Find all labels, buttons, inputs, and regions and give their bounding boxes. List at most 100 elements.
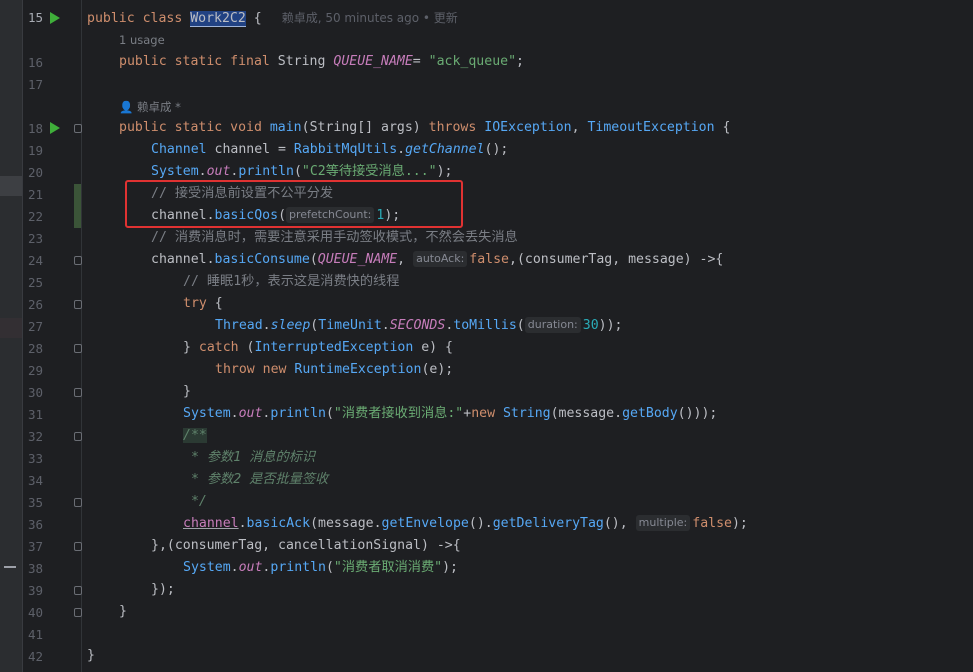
code-line-28[interactable]: } catch (InterruptedException e) { — [183, 337, 453, 359]
token: ( — [309, 252, 318, 267]
code-line-35[interactable]: */ — [183, 491, 207, 513]
token: public static void — [119, 120, 270, 135]
token: { — [206, 296, 223, 311]
code-line-30[interactable]: } — [183, 381, 191, 403]
code-line-23[interactable]: // 消费消息时，需要注意采用手动签收模式，不然会丢失消息 — [151, 227, 518, 249]
token: . — [397, 142, 406, 157]
usage-hint[interactable]: 1 usage — [119, 33, 165, 47]
fold-doc-end-icon[interactable] — [74, 498, 82, 507]
token: getDeliveryTag — [492, 516, 604, 531]
token: sleep — [270, 318, 311, 333]
code-line-18[interactable]: public static void main(String[] args) t… — [119, 117, 730, 139]
line-number: 20 — [27, 165, 43, 180]
line-number: 15 — [27, 10, 43, 25]
code-line-33[interactable]: * 参数1 消息的标识 — [183, 447, 315, 469]
token: println — [270, 560, 326, 575]
fold-lambda2-icon[interactable] — [74, 542, 82, 551]
token: getBody — [622, 406, 678, 421]
token: println — [270, 406, 326, 421]
code-line-24[interactable]: channel.basicConsume(QUEUE_NAME, autoAck… — [151, 249, 723, 271]
line-number: 18 — [27, 121, 43, 136]
code-line-37[interactable]: },(consumerTag, cancellationSignal) ->{ — [151, 535, 461, 557]
author-hint[interactable]: 👤 赖卓成 * — [119, 99, 181, 115]
code-line-39[interactable]: }); — [151, 579, 175, 601]
vcs-change-marker[interactable] — [74, 184, 81, 228]
code-line-34[interactable]: * 参数2 是否批量签收 — [183, 469, 328, 491]
doc-comment: */ — [183, 494, 207, 509]
token: main — [269, 120, 302, 135]
token: . — [381, 318, 390, 333]
token: } — [183, 384, 191, 399]
person-icon: 👤 — [119, 100, 134, 114]
fold-try-icon[interactable] — [74, 300, 82, 309]
code-line-25[interactable]: // 睡眠1秒，表示这是消费快的线程 — [183, 271, 399, 293]
token: basicAck — [246, 516, 311, 531]
code-line-16[interactable]: public static final String QUEUE_NAME= "… — [119, 51, 524, 73]
line-number: 16 — [27, 55, 43, 70]
collapse-dash-icon[interactable] — [4, 566, 16, 568]
code-line-29[interactable]: throw new RuntimeException(e); — [215, 359, 453, 381]
token: String — [277, 54, 334, 69]
line-number: 33 — [27, 451, 43, 466]
fold-lambda-icon[interactable] — [74, 256, 82, 265]
line-number: 29 — [27, 363, 43, 378]
token: "消费者取消消费" — [333, 560, 443, 575]
code-line-38[interactable]: System.out.println("消费者取消消费"); — [183, 557, 458, 579]
line-number: 30 — [27, 385, 43, 400]
token: throws — [428, 120, 485, 135]
code-line-15[interactable]: public class Work2C2 {赖卓成, 50 minutes ag… — [87, 7, 458, 29]
token: ,(consumerTag, message) ->{ — [509, 252, 724, 267]
token: )); — [598, 318, 623, 333]
token: Thread — [215, 318, 263, 333]
annotation-highlight-box — [125, 180, 463, 228]
line-number: 40 — [27, 605, 43, 620]
fold-doc-icon[interactable] — [74, 432, 82, 441]
token: getEnvelope — [381, 516, 469, 531]
token: (message. — [550, 406, 623, 421]
token: InterruptedException — [254, 340, 414, 355]
class-name[interactable]: Work2C2 — [190, 11, 246, 27]
token: (String[] args) — [301, 120, 429, 135]
code-line-27[interactable]: Thread.sleep(TimeUnit.SECONDS.toMillis(d… — [215, 315, 622, 337]
code-line-40[interactable]: } — [119, 601, 127, 623]
token: basicConsume — [214, 252, 310, 267]
token: new — [471, 406, 503, 421]
run-main-icon[interactable] — [50, 122, 60, 134]
token: System — [183, 406, 231, 421]
token: SECONDS — [389, 318, 446, 333]
line-number: 27 — [27, 319, 43, 334]
inlay-hint-autoack: autoAck: — [413, 251, 468, 267]
inlay-hint-duration: duration: — [524, 317, 581, 333]
line-number: 31 — [27, 407, 43, 422]
fold-method-icon[interactable] — [74, 124, 82, 133]
strip-marker — [0, 318, 22, 338]
git-blame-annotation[interactable]: 赖卓成, 50 minutes ago • 更新 — [282, 11, 458, 25]
token: . — [198, 164, 207, 179]
code-line-26[interactable]: try { — [183, 293, 223, 315]
code-line-31[interactable]: System.out.println("消费者接收到消息:"+new Strin… — [183, 403, 717, 425]
fold-end-icon[interactable] — [74, 388, 82, 397]
token: ); — [731, 516, 748, 531]
code-line-36[interactable]: channel.basicAck(message.getEnvelope().g… — [183, 513, 748, 535]
token: 30 — [582, 318, 599, 333]
token: false — [692, 516, 732, 531]
run-class-icon[interactable] — [50, 12, 60, 24]
line-number: 25 — [27, 275, 43, 290]
code-line-32[interactable]: /** — [183, 425, 207, 447]
token: getChannel — [405, 142, 485, 157]
fold-catch-icon[interactable] — [74, 344, 82, 353]
tool-window-strip — [0, 0, 23, 672]
token: QUEUE_NAME — [333, 54, 413, 69]
token: ); — [436, 164, 453, 179]
line-number: 19 — [27, 143, 43, 158]
code-line-19[interactable]: Channel channel = RabbitMqUtils.getChann… — [151, 139, 508, 161]
fold-method-end-icon[interactable] — [74, 608, 82, 617]
token: catch — [198, 340, 239, 355]
token: "ack_queue" — [428, 54, 517, 69]
line-number: 41 — [27, 627, 43, 642]
code-line-42[interactable]: } — [87, 645, 95, 667]
inlay-hint-multiple: multiple: — [635, 515, 691, 531]
token: } — [119, 604, 127, 619]
fold-lambda2-end-icon[interactable] — [74, 586, 82, 595]
token: IOException — [484, 120, 572, 135]
